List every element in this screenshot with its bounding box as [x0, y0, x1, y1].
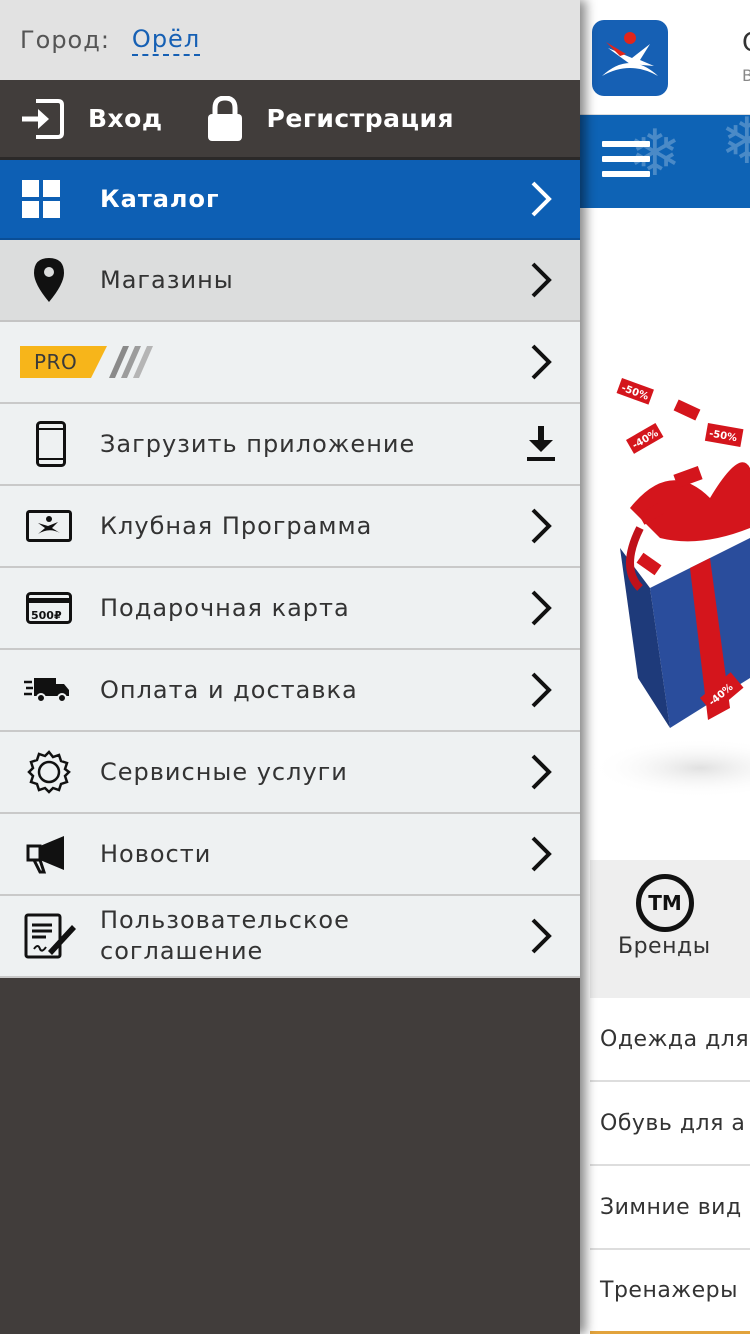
menu-item-pro[interactable]: PRO — [0, 322, 580, 404]
login-label: Вход — [88, 104, 163, 133]
menu-item-download-app[interactable]: Загрузить приложение — [0, 404, 580, 486]
login-icon — [22, 98, 64, 139]
menu-label: Магазины — [100, 265, 234, 294]
header-title: С — [742, 28, 750, 58]
location-pin-icon — [0, 258, 100, 302]
menu-label: Новости — [100, 839, 212, 868]
chevron-right-icon — [531, 590, 552, 626]
city-selector: Город: Орёл — [0, 0, 580, 80]
auth-bar: Вход Регистрация — [0, 80, 580, 160]
login-button[interactable]: Вход — [22, 97, 163, 141]
category-item[interactable]: Тренажеры — [590, 1250, 750, 1334]
register-button[interactable]: Регистрация — [207, 95, 455, 142]
header-subtitle: В — [742, 66, 750, 85]
menu-label: Каталог — [100, 184, 220, 213]
hamburger-icon[interactable] — [602, 141, 650, 181]
pro-stripes-icon — [91, 346, 154, 378]
menu-item-user-agreement[interactable]: Пользовательское соглашение — [0, 896, 580, 978]
delivery-truck-icon — [0, 676, 100, 704]
menu-label: Клубная Программа — [100, 511, 373, 540]
chevron-right-icon — [531, 262, 552, 298]
menu-item-services[interactable]: Сервисные услуги — [0, 732, 580, 814]
chevron-right-icon — [531, 508, 552, 544]
menu-label: Пользовательское соглашение — [100, 906, 350, 965]
agreement-icon — [0, 913, 100, 959]
chevron-right-icon — [531, 344, 552, 380]
menu-label: Оплата и доставка — [100, 675, 358, 704]
pro-badge: PRO — [20, 346, 157, 378]
gift-card-value: 500₽ — [31, 609, 62, 622]
category-item[interactable]: Одежда для — [590, 998, 750, 1082]
promo-banner[interactable]: -50% -40% -50% -40% — [580, 208, 750, 860]
side-drawer: Город: Орёл Вход Регистрация Каталог Маг… — [0, 0, 580, 1334]
category-item[interactable]: Зимние вид — [590, 1166, 750, 1250]
chevron-right-icon — [531, 754, 552, 790]
megaphone-icon — [0, 834, 100, 874]
city-link[interactable]: Орёл — [131, 25, 201, 56]
grid-icon — [0, 180, 100, 218]
gear-icon — [0, 749, 100, 795]
brands-label: Бренды — [618, 934, 711, 959]
menu-label: Подарочная карта — [100, 593, 350, 622]
menu-item-payment-delivery[interactable]: Оплата и доставка — [0, 650, 580, 732]
page-header: С В — [580, 0, 750, 115]
chevron-right-icon — [531, 918, 552, 954]
menu-item-club-program[interactable]: Клубная Программа — [0, 486, 580, 568]
club-card-icon — [0, 510, 100, 542]
chevron-right-icon — [531, 181, 552, 217]
menu-label: Загрузить приложение — [100, 429, 416, 458]
sport-logo[interactable] — [592, 20, 668, 96]
menu-item-news[interactable]: Новости — [0, 814, 580, 896]
gift-card-icon: 500₽ — [0, 592, 100, 624]
brands-tile[interactable]: ТМ Бренды — [590, 860, 750, 998]
menu-item-gift-card[interactable]: 500₽ Подарочная карта — [0, 568, 580, 650]
trademark-icon: ТМ — [636, 874, 694, 932]
page-nav-bar: ❄ ❄ — [580, 115, 750, 208]
menu-label: Сервисные услуги — [100, 757, 348, 786]
register-label: Регистрация — [266, 104, 455, 133]
smartphone-icon — [0, 421, 100, 467]
download-icon — [527, 426, 555, 461]
category-list: Одежда для Обувь для а Зимние вид Тренаж… — [590, 998, 750, 1334]
chevron-right-icon — [531, 836, 552, 872]
menu-item-catalog[interactable]: Каталог — [0, 160, 580, 240]
lock-icon — [207, 95, 242, 141]
menu-item-stores[interactable]: Магазины — [0, 240, 580, 322]
category-item[interactable]: Обувь для а — [590, 1082, 750, 1166]
pro-label: PRO — [20, 346, 92, 378]
chevron-right-icon — [531, 672, 552, 708]
city-label: Город: — [20, 26, 110, 54]
main-page: С В ❄ ❄ -50% — [580, 0, 750, 1334]
